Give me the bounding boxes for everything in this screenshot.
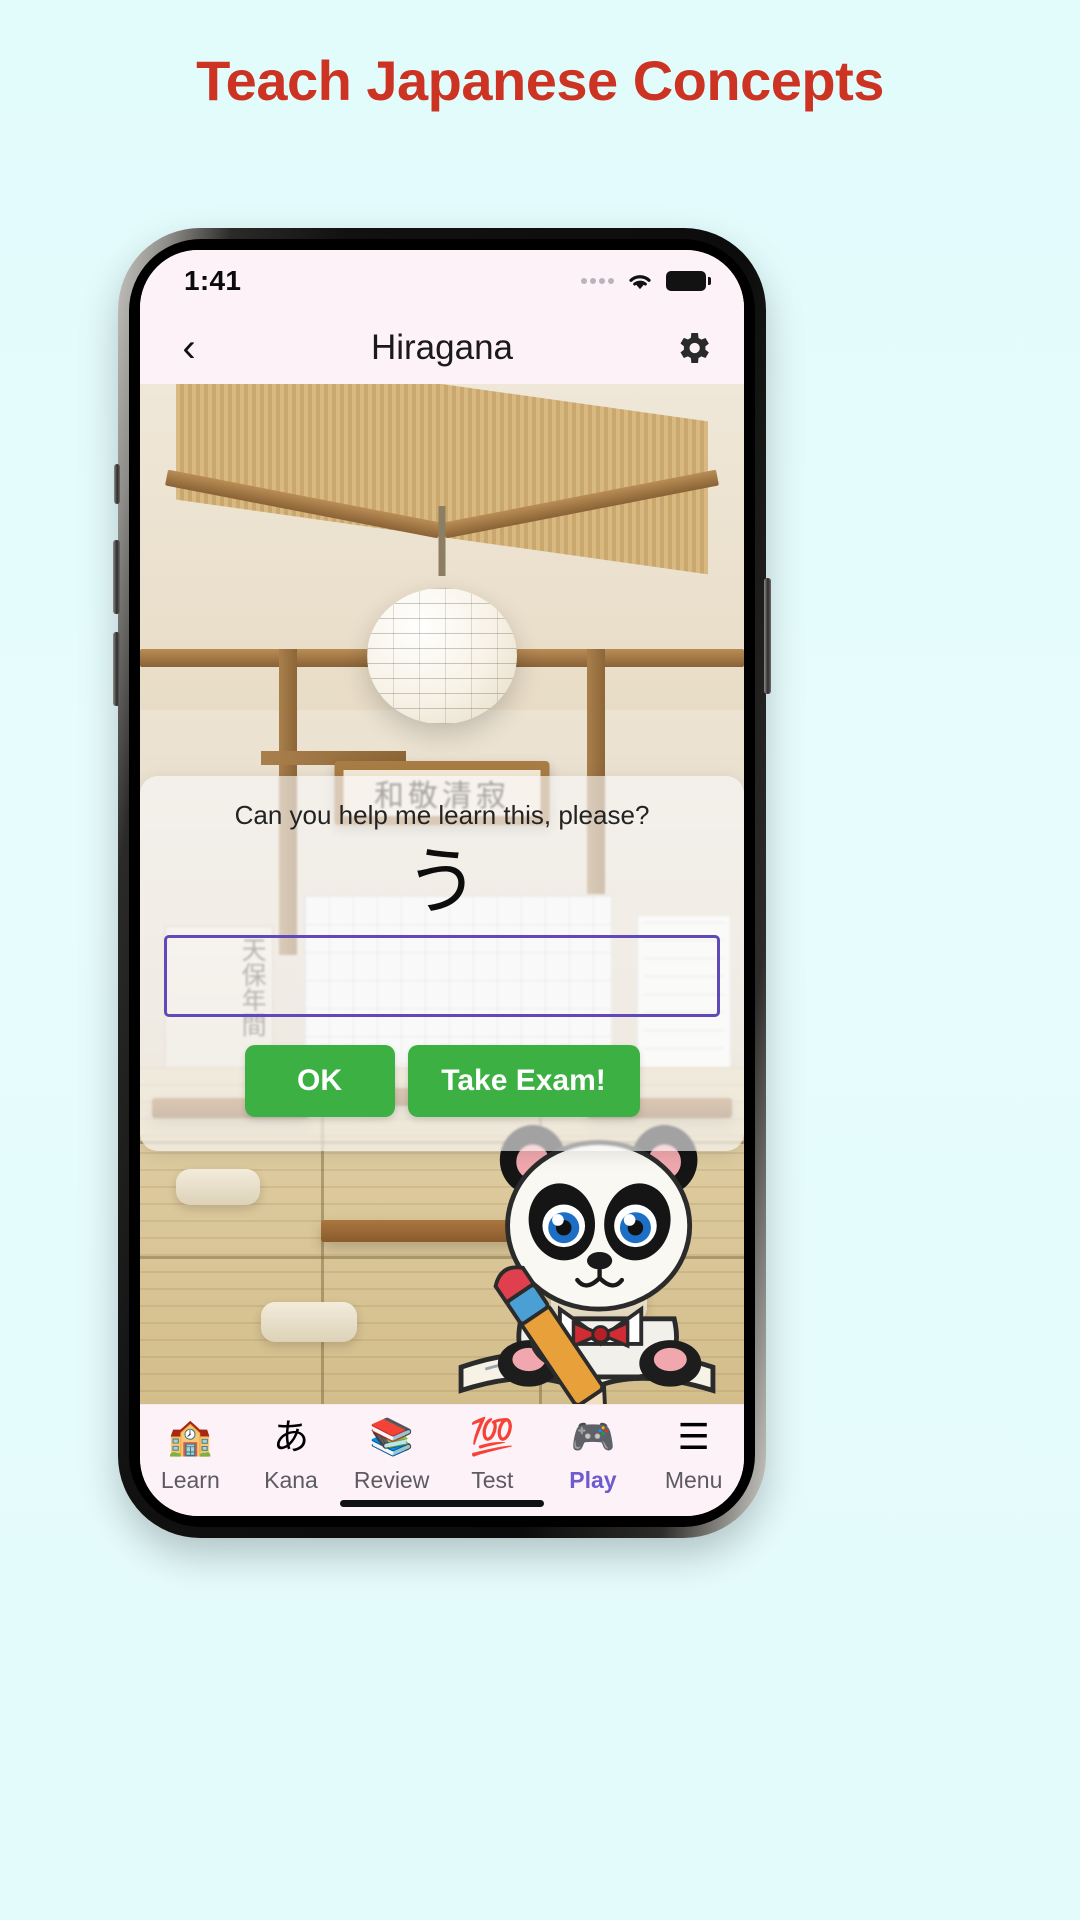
silent-switch-button[interactable]	[114, 464, 120, 504]
nav-bar: ‹ Hiragana	[140, 312, 744, 384]
tab-label-menu: Menu	[664, 1467, 723, 1493]
phone-mockup: 1:41 ‹ Hiragana Can you help me learn th…	[113, 228, 771, 1538]
status-bar: 1:41	[140, 250, 744, 312]
gear-icon[interactable]	[670, 325, 716, 371]
kana-character: う	[405, 839, 479, 925]
learn-dialog: Can you help me learn this, please? う OK…	[140, 776, 744, 1151]
power-button[interactable]	[764, 578, 771, 694]
volume-up-button[interactable]	[113, 540, 120, 614]
dialog-actions: OK Take Exam!	[244, 1045, 640, 1117]
paper-lantern	[367, 588, 517, 724]
chevron-left-icon[interactable]: ‹	[166, 325, 212, 371]
gamepad-icon: 🎮	[570, 1417, 616, 1458]
books-icon: 📚	[369, 1417, 415, 1458]
tab-label-play: Play	[569, 1467, 617, 1493]
home-indicator[interactable]	[340, 1500, 544, 1507]
cushion-1	[176, 1169, 261, 1206]
phone-body: 1:41 ‹ Hiragana Can you help me learn th…	[113, 228, 771, 1538]
hamburger-icon: ☰	[677, 1417, 710, 1458]
lantern-cord	[438, 506, 446, 577]
answer-input[interactable]	[164, 935, 720, 1017]
tab-test[interactable]: 💯 Test	[444, 1417, 540, 1494]
tab-label-test: Test	[471, 1467, 514, 1493]
hundred-icon: 💯	[469, 1417, 515, 1458]
signal-dots-icon	[581, 278, 614, 284]
lesson-content: 和敬清寂 天保年間	[140, 384, 744, 1404]
page-title: Teach Japanese Concepts	[196, 49, 884, 112]
volume-down-button[interactable]	[113, 632, 120, 706]
ok-button[interactable]: OK	[244, 1045, 395, 1117]
page-title-hiragana: Hiragana	[370, 328, 514, 367]
kana-icon: あ	[272, 1417, 309, 1458]
school-icon: 🏫	[167, 1417, 213, 1458]
bottom-tab-bar: 🏫 Learn あ Kana 📚 Review 💯 Test 🎮 Play ☰ …	[140, 1404, 744, 1516]
tab-label-review: Review	[353, 1467, 430, 1493]
battery-full-icon	[666, 271, 711, 291]
tab-review[interactable]: 📚 Review	[344, 1417, 440, 1494]
wifi-icon	[629, 275, 651, 290]
tab-menu[interactable]: ☰ Menu	[646, 1417, 742, 1494]
tab-learn[interactable]: 🏫 Learn	[142, 1417, 238, 1494]
tab-play[interactable]: 🎮 Play	[545, 1417, 641, 1494]
status-indicators	[581, 270, 711, 292]
cushion-2	[260, 1302, 357, 1342]
tab-label-learn: Learn	[160, 1467, 220, 1493]
status-time: 1:41	[184, 265, 242, 296]
take-exam-button[interactable]: Take Exam!	[407, 1045, 640, 1117]
tab-label-kana: Kana	[264, 1467, 318, 1493]
dialog-prompt-text: Can you help me learn this, please?	[234, 800, 650, 830]
phone-screen: 1:41 ‹ Hiragana Can you help me learn th…	[140, 250, 744, 1516]
tab-kana[interactable]: あ Kana	[243, 1417, 339, 1494]
